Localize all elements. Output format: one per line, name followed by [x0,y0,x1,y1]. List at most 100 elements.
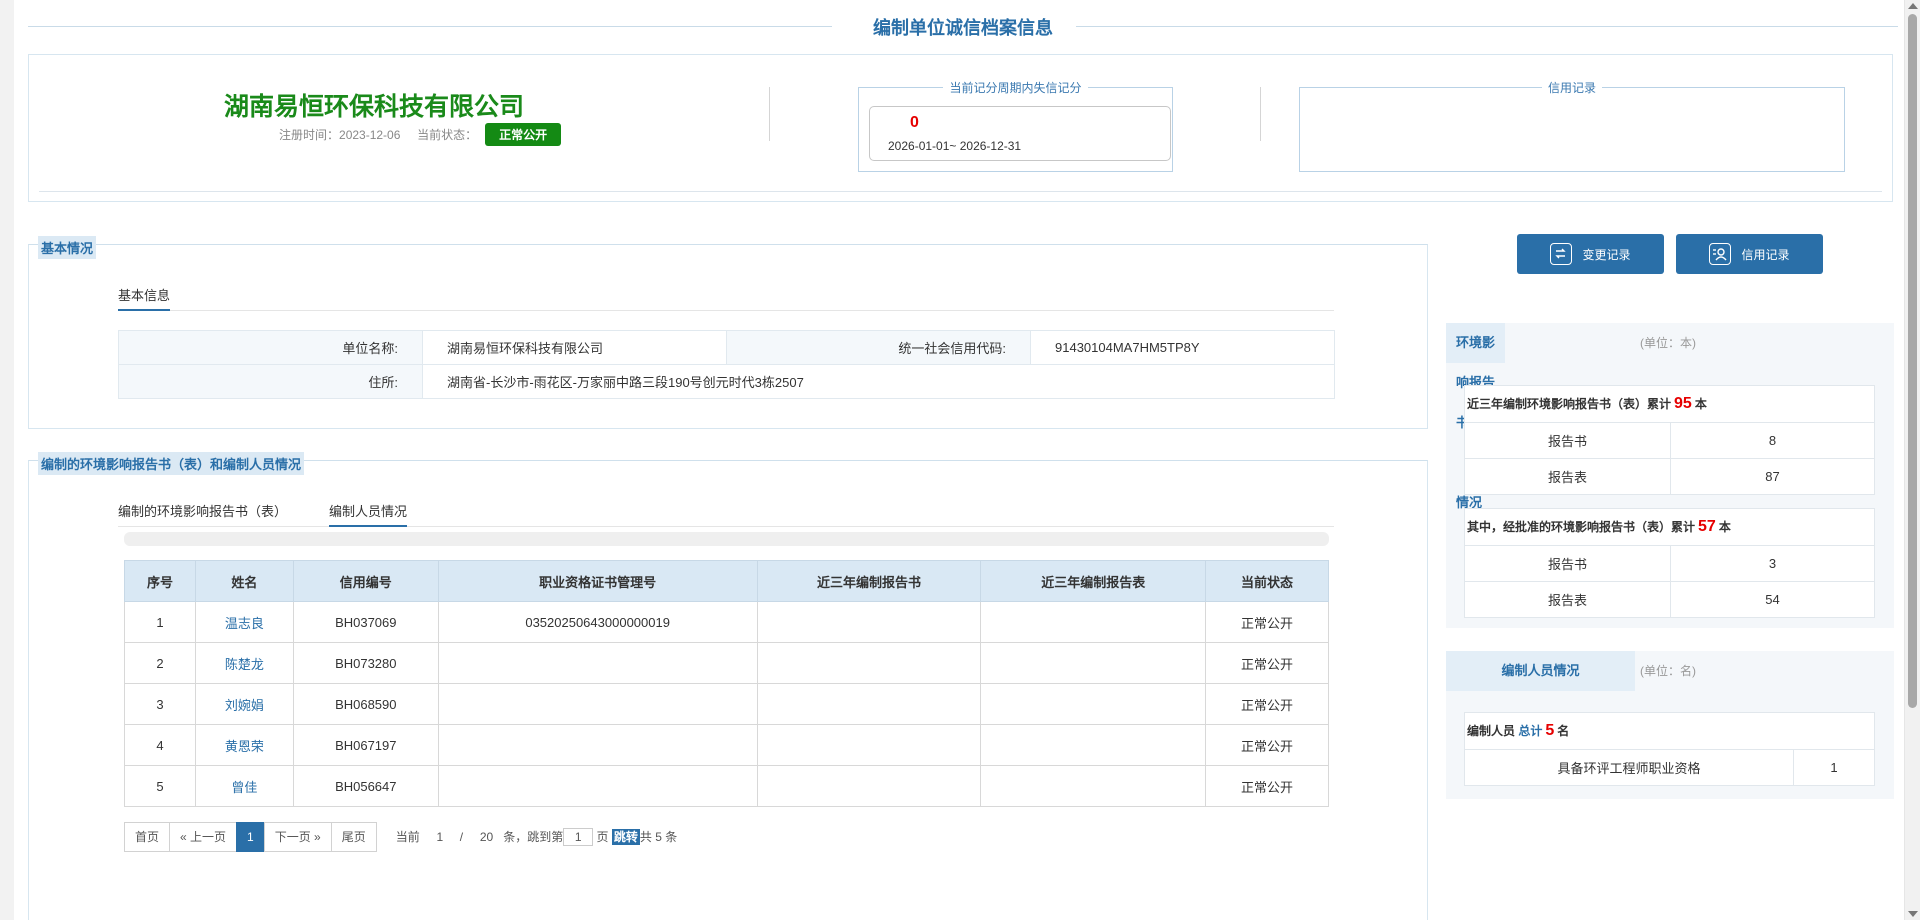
pagination: 首页 « 上一页 1 下一页 » 尾页 当前 1 / 20 条，跳到第 1 页 跳… [124,822,677,852]
eia-summary-unit: (单位：本) [1640,336,1696,350]
row-value: 87 [1670,458,1875,495]
tab-eia-reports[interactable]: 编制的环境影响报告书（表） [118,501,287,525]
page-1-button[interactable]: 1 [236,822,265,852]
credit-score-legend: 当前记分周期内失信记分 [859,79,1172,96]
pager-page-unit: 页 [596,829,609,844]
approved-reports-summary: 其中，经批准的环境影响报告书（表）累计 57 本 [1464,508,1875,546]
col-cert-number: 职业资格证书管理号 [437,560,758,602]
header-divider [1260,87,1261,141]
recent-reports-table: 近三年编制环境影响报告书（表）累计 95 本 报告书 8 报告表 87 [1464,385,1875,495]
row-label: 报告书 [1464,545,1671,582]
row-recent-forms [980,724,1207,766]
row-recent-forms [980,683,1207,725]
recent-total: 95 [1674,395,1692,412]
table-row: 4 黄恩荣 BH067197 正常公开 [124,724,1329,766]
staff-table-header: 序号 姓名 信用编号 职业资格证书管理号 近三年编制报告书 近三年编制报告表 当… [124,560,1329,602]
pager-per-page: 20 [479,829,494,844]
first-page-button[interactable]: 首页 [124,822,171,852]
row-cert-number [437,683,758,725]
row-recent-books [756,683,982,725]
staff-name-link[interactable]: 黄恩荣 [225,739,264,754]
row-status: 正常公开 [1205,683,1329,725]
row-cert-number [437,765,758,807]
col-no: 序号 [124,560,196,602]
pager-page: 1 [436,829,444,844]
loading-bar [124,532,1329,546]
staff-name-link[interactable]: 刘婉娟 [225,698,264,713]
row-status: 正常公开 [1205,642,1329,684]
change-log-button[interactable]: 变更记录 [1517,234,1664,274]
change-log-icon [1550,243,1573,265]
eia-summary-panel: 环境影响报告书（表）情况 (单位：本) 近三年编制环境影响报告书（表）累计95本… [1446,323,1894,628]
pager-current-label: 当前 [395,829,420,844]
scroll-down-arrow-icon[interactable] [1908,911,1918,917]
row-cert-number: 03520250643000000019 [437,601,758,643]
tab-staff[interactable]: 编制人员情况 [329,501,408,527]
row-status: 正常公开 [1205,601,1329,643]
row-status: 正常公开 [1205,765,1329,807]
reg-date-label: 注册时间： [279,128,340,142]
credit-log-button[interactable]: 信用记录 [1676,234,1823,274]
staff-total: 5 [1545,722,1555,739]
credit-score-box: 当前记分周期内失信记分 0 2026-01-01~ 2026-12-31 [858,81,1173,172]
scroll-up-arrow-icon[interactable] [1908,3,1918,9]
row-label: 报告表 [1464,458,1671,495]
col-name: 姓名 [194,560,294,602]
row-cert-number [437,724,758,766]
company-header-panel: 湖南易恒环保科技有限公司 注册时间：2023-12-06 当前状态： 正常公开 当… [28,54,1893,202]
next-page-button[interactable]: 下一页 » [263,822,332,852]
staff-total-label: 总计 [1518,724,1543,738]
status-badge: 正常公开 [485,123,562,146]
jump-button[interactable]: 跳转 [611,828,640,845]
row-recent-books [756,765,982,807]
last-page-button[interactable]: 尾页 [330,822,377,852]
row-value: 3 [1670,545,1875,582]
row-no: 3 [124,683,196,725]
credit-score-card: 0 2026-01-01~ 2026-12-31 [869,106,1171,161]
row-recent-forms [980,642,1207,684]
page-title: 编制单位诚信档案信息 [28,14,1898,40]
row-label: 报告表 [1464,581,1671,618]
col-status: 当前状态 [1205,560,1329,602]
recent-prefix: 近三年编制环境影响报告书（表）累计 [1467,397,1672,411]
staff-name-link[interactable]: 曾佳 [231,780,257,795]
header-bottom-line [39,191,1882,192]
unit-name-label: 单位名称: [118,330,423,365]
row-recent-books [756,642,982,684]
page-title-row: 编制单位诚信档案信息 [28,12,1898,40]
credit-code-label: 统一社会信用代码: [726,330,1031,365]
qualification-value: 1 [1793,749,1875,786]
staff-prefix: 编制人员 [1467,724,1516,738]
col-recent-forms: 近三年编制报告表 [980,560,1207,602]
staff-name-link[interactable]: 陈楚龙 [225,657,264,672]
scrollbar-thumb[interactable] [1908,14,1917,708]
row-no: 4 [124,724,196,766]
staff-name-link[interactable]: 温志良 [225,616,264,631]
credit-record-legend: 信用记录 [1300,79,1844,96]
staff-summary-unit: (单位：名) [1640,664,1696,678]
reg-date: 2023-12-06 [339,128,401,142]
col-recent-books: 近三年编制报告书 [756,560,982,602]
basic-section-title: 基本情况 [38,236,97,259]
vertical-scrollbar[interactable] [1904,0,1920,920]
page-number-input[interactable]: 1 [563,828,594,847]
row-credit-code: BH067197 [292,724,439,766]
pager-sep: / [459,829,464,844]
row-no: 2 [124,642,196,684]
prev-page-button[interactable]: « 上一页 [169,822,238,852]
row-credit-code: BH068590 [292,683,439,725]
row-name: 陈楚龙 [194,642,294,684]
address-value: 湖南省-长沙市-雨花区-万家丽中路三段190号创元时代3栋2507 [422,364,1335,399]
row-name: 黄恩荣 [194,724,294,766]
status-label: 当前状态： [417,128,478,142]
table-row: 报告表 87 [1464,458,1875,495]
recent-reports-summary: 近三年编制环境影响报告书（表）累计 95 本 [1464,385,1875,423]
row-credit-code: BH056647 [292,765,439,807]
staff-table: 序号 姓名 信用编号 职业资格证书管理号 近三年编制报告书 近三年编制报告表 当… [124,560,1329,807]
tab-basic-info[interactable]: 基本信息 [118,285,171,311]
approved-suffix: 本 [1718,520,1731,534]
row-cert-number [437,642,758,684]
approved-reports-table: 其中，经批准的环境影响报告书（表）累计 57 本 报告书 3 报告表 54 [1464,508,1875,618]
pager-info: 当前 1 / 20 条，跳到第 1 页 跳转共 5 条 [395,828,677,847]
table-row: 1 温志良 BH037069 03520250643000000019 正常公开 [124,601,1329,643]
